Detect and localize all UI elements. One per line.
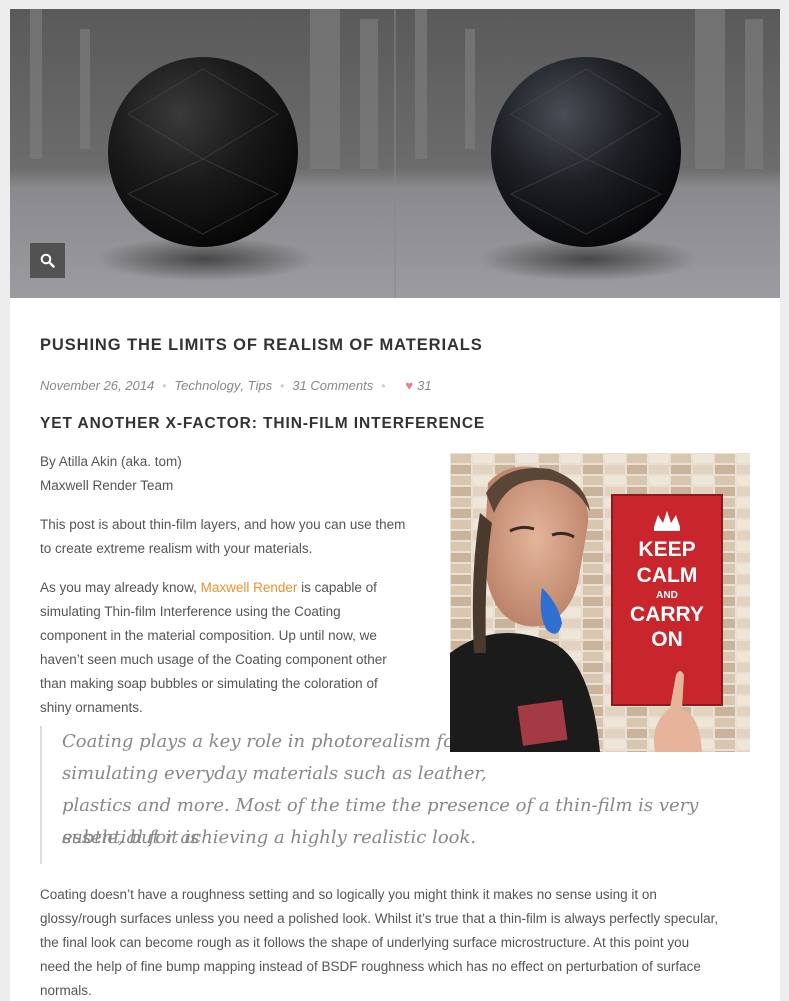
paragraph-line: haven’t seen much usage of the Coating c…: [40, 652, 387, 667]
paragraph-line: need the help of fine bump mapping inste…: [40, 959, 701, 974]
paragraph-line: glossy/rough surfaces unless you need a …: [40, 911, 719, 926]
meta-separator: •: [280, 378, 285, 393]
meta-separator: •: [381, 378, 386, 393]
post-meta: November 26, 2014 • Technology, Tips • 3…: [40, 378, 432, 393]
paragraph-line: Coating doesn’t have a roughness setting…: [40, 887, 657, 902]
paragraph-line: simulating Thin-film Interference using …: [40, 604, 341, 619]
post-date[interactable]: November 26, 2014: [40, 378, 154, 393]
like-count: 31: [417, 378, 432, 393]
author-line: By Atilla Akin (aka. tom): [40, 454, 182, 469]
hero-image[interactable]: [10, 9, 780, 298]
paragraph-line: component in the material composition. U…: [40, 628, 377, 643]
paragraph-line: the final look can become rough as it fo…: [40, 935, 690, 950]
intro-line: to create extreme realism with your mate…: [40, 541, 313, 556]
paragraph-line: than making soap bubbles or simulating t…: [40, 676, 378, 691]
poster-line: ON: [651, 628, 683, 651]
meta-separator: •: [162, 378, 167, 393]
section-heading: YET ANOTHER X-FACTOR: THIN-FILM INTERFER…: [40, 415, 486, 432]
maxwell-render-link[interactable]: Maxwell Render: [201, 580, 298, 595]
poster-line: AND: [656, 590, 678, 601]
team-line: Maxwell Render Team: [40, 478, 174, 493]
intro-line: This post is about thin-film layers, and…: [40, 517, 406, 532]
post-card: PUSHING THE LIMITS OF REALISM OF MATERIA…: [10, 9, 780, 1001]
paragraph-line: normals.: [40, 983, 92, 998]
poster-line: KEEP: [638, 538, 695, 561]
heart-icon[interactable]: ♥: [405, 378, 413, 393]
author-photo: KEEP CALM AND CARRY ON: [450, 453, 750, 752]
zoom-button[interactable]: [30, 243, 65, 278]
poster-line: CARRY: [630, 603, 704, 626]
post-title[interactable]: PUSHING THE LIMITS OF REALISM OF MATERIA…: [40, 336, 483, 355]
category-link-tips[interactable]: Tips: [248, 378, 272, 393]
comments-link[interactable]: 31 Comments: [292, 378, 373, 393]
paragraph-line: shiny ornaments.: [40, 700, 143, 715]
paragraph-line: As you may already know, Maxwell Render …: [40, 580, 377, 595]
quote-line: simulating everyday materials such as le…: [62, 763, 487, 784]
quote-line: essential for achieving a highly realist…: [62, 827, 477, 848]
category-link-technology[interactable]: Technology: [174, 378, 240, 393]
search-icon: [40, 253, 55, 268]
poster-line: CALM: [637, 564, 698, 587]
